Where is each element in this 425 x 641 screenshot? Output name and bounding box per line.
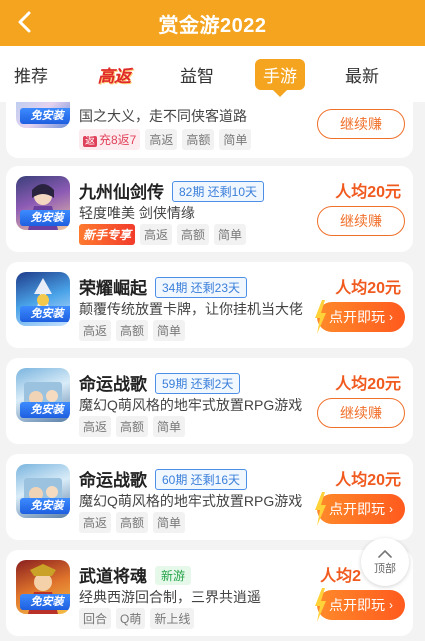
tag: 高返 [79, 416, 112, 437]
period-badge: 34期 还剩23天 [155, 277, 248, 298]
active-tab-pill: 手游 [255, 58, 305, 97]
game-desc: 经典西游回合制，三界共逍遥 [79, 589, 261, 605]
app-header: 赏金游2022 [0, 0, 425, 46]
play-now-button[interactable]: 点开即玩 › [315, 492, 405, 526]
tag: 简单 [153, 320, 186, 341]
chevron-right-icon: › [389, 598, 393, 612]
game-name: 命运战歌 60期 还剩16天 [79, 466, 248, 491]
no-install-badge: 免安装 [20, 306, 70, 322]
reward-amount: 人均20元 [335, 472, 401, 489]
play-now-button[interactable]: 点开即玩 › [315, 300, 405, 334]
game-name: 九州仙剑传 82期 还剩10天 [79, 178, 265, 203]
tab-puzzle[interactable]: 益智 [168, 46, 226, 102]
back-to-top-button[interactable]: 顶部 [361, 538, 409, 586]
lightning-icon [315, 300, 326, 334]
no-install-badge: 免安装 [20, 498, 70, 514]
no-install-badge: 免安装 [20, 210, 70, 226]
game-tags: 高返 高额 简单 [79, 320, 186, 341]
tab-mobile-games[interactable]: 手游 [250, 46, 310, 102]
tag: Q萌 [116, 608, 146, 629]
game-desc: 魔幻Q萌风格的地牢式放置RPG游戏 [79, 397, 303, 413]
game-card[interactable]: 免安装 武道将魂 新游 经典西游回合制，三界共逍遥 回合 Q萌 新上线 人均2 点… [6, 550, 413, 636]
reward-amount: 人均20元 [335, 280, 401, 297]
tag: 简单 [214, 224, 247, 245]
game-desc: 轻度唯美 剑侠情缘 [79, 205, 195, 221]
game-icon: 免安装 [16, 272, 70, 326]
tag: 新上线 [150, 608, 195, 629]
lightning-icon [315, 492, 326, 526]
game-name: 荣耀崛起 34期 还剩23天 [79, 274, 248, 299]
game-tags: 返充8返7 高返 高额 简单 [79, 129, 252, 150]
tag: 高返 [145, 129, 178, 150]
game-icon: 免安装 [16, 464, 70, 518]
tag-newbie: 新手专享 [79, 224, 136, 245]
tab-recommend[interactable]: 推荐 [0, 46, 62, 102]
game-tags: 高返 高额 简单 [79, 416, 186, 437]
chevron-up-icon [378, 549, 392, 558]
game-desc: 颠覆传统放置卡牌，让你挂机当大佬 [79, 301, 303, 317]
period-badge: 82期 还剩10天 [172, 181, 265, 202]
game-icon: 免安装 [16, 176, 70, 230]
tag: 回合 [79, 608, 112, 629]
game-desc: 国之大义，走不同侠客道路 [79, 108, 247, 124]
period-badge: 60期 还剩16天 [155, 469, 248, 490]
game-icon: 免安装 [16, 560, 70, 614]
tag: 高返 [79, 512, 112, 533]
game-tags: 新手专享 高返 高额 简单 [79, 224, 247, 245]
game-card[interactable]: 免安装 国之大义，走不同侠客道路 返充8返7 高返 高额 简单 继续赚 [6, 102, 413, 158]
page-title: 赏金游2022 [158, 14, 267, 37]
reward-amount: 人均20元 [335, 376, 401, 393]
tag: 高额 [116, 416, 149, 437]
tag: 简单 [219, 129, 252, 150]
no-install-badge: 免安装 [20, 594, 70, 610]
chevron-right-icon: › [389, 502, 393, 516]
game-card[interactable]: 免安装 命运战歌 60期 还剩16天 魔幻Q萌风格的地牢式放置RPG游戏 高返 高… [6, 454, 413, 540]
continue-earn-button[interactable]: 继续赚 [317, 109, 405, 139]
continue-earn-button[interactable]: 继续赚 [317, 206, 405, 236]
reward-amount: 人均2 [320, 568, 361, 585]
tag: 高额 [177, 224, 210, 245]
reward-amount: 人均20元 [335, 184, 401, 201]
game-icon: 免安装 [16, 368, 70, 422]
tag: 高返 [140, 224, 173, 245]
no-install-badge: 免安装 [20, 402, 70, 418]
high-rebate-logo: 高返 [97, 66, 132, 86]
no-install-badge: 免安装 [20, 108, 70, 124]
tab-high-rebate[interactable]: 高返 [84, 46, 144, 102]
game-name: 武道将魂 新游 [79, 562, 192, 587]
game-desc: 魔幻Q萌风格的地牢式放置RPG游戏 [79, 493, 303, 509]
game-tags: 高返 高额 简单 [79, 512, 186, 533]
play-now-button[interactable]: 点开即玩 › [315, 588, 405, 622]
tag: 高额 [182, 129, 215, 150]
new-game-badge: 新游 [155, 566, 192, 585]
category-tabs: 推荐 高返 益智 手游 最新 [0, 46, 425, 102]
tag: 简单 [153, 512, 186, 533]
game-card[interactable]: 免安装 荣耀崛起 34期 还剩23天 颠覆传统放置卡牌，让你挂机当大佬 高返 高额… [6, 262, 413, 348]
game-tags: 回合 Q萌 新上线 [79, 608, 195, 629]
lightning-icon [315, 588, 326, 622]
tag: 简单 [153, 416, 186, 437]
back-button[interactable] [10, 8, 38, 36]
tab-newest[interactable]: 最新 [334, 46, 390, 102]
chevron-left-icon [18, 11, 31, 33]
continue-earn-button[interactable]: 继续赚 [317, 398, 405, 428]
tag: 高额 [116, 320, 149, 341]
game-name: 命运战歌 59期 还剩2天 [79, 370, 241, 395]
game-card[interactable]: 免安装 命运战歌 59期 还剩2天 魔幻Q萌风格的地牢式放置RPG游戏 高返 高额… [6, 358, 413, 444]
tag: 高返 [79, 320, 112, 341]
tag-rebate: 返充8返7 [79, 129, 141, 150]
game-card[interactable]: 免安装 九州仙剑传 82期 还剩10天 轻度唯美 剑侠情缘 新手专享 高返 高额 … [6, 166, 413, 252]
period-badge: 59期 还剩2天 [155, 373, 241, 394]
chevron-right-icon: › [389, 310, 393, 324]
game-icon: 免安装 [16, 102, 70, 128]
tag: 高额 [116, 512, 149, 533]
